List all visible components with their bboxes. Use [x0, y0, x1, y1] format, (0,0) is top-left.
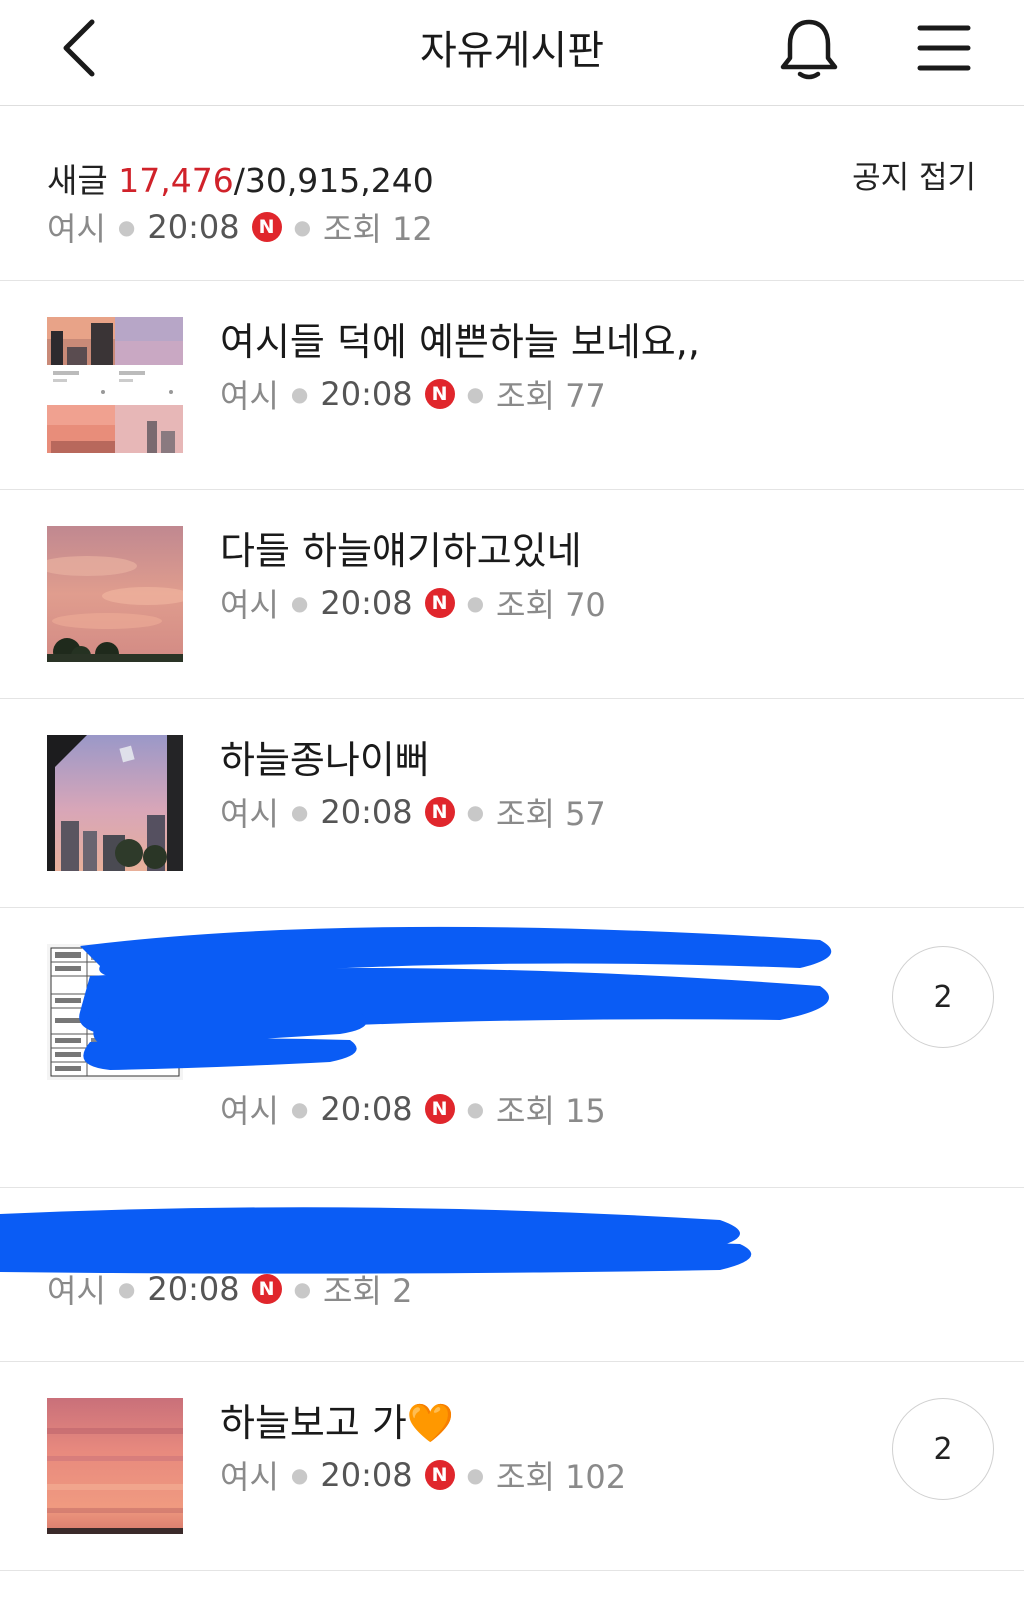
comment-count-button[interactable]: 2: [892, 1398, 994, 1500]
post-item[interactable]: 여시들 덕에 예쁜하늘 보네요,, 여시 ● 20:08 N ● 조회 77: [0, 281, 1024, 490]
post-time: 20:08: [320, 375, 413, 413]
author: 여시: [220, 795, 279, 833]
author: 여시: [47, 210, 106, 248]
new-badge: N: [424, 588, 455, 618]
post-thumbnail: [47, 526, 183, 662]
separator-dot: ●: [290, 1097, 309, 1121]
post-title: 여시들 덕에 예쁜하늘 보네요,,: [220, 320, 700, 364]
post-meta: 여시 ● 20:08 N ● 조회 77: [220, 371, 606, 417]
redaction-scribble: [60, 916, 850, 1080]
post-meta: 여시 ● 20:08 N ● 조회 2: [47, 1266, 412, 1312]
board-title: 자유게시판: [420, 28, 604, 74]
post-title: 하늘종나이뻐: [220, 738, 430, 782]
author: 여시: [220, 586, 279, 624]
post-meta: 여시 ● 20:08 N ● 조회 102: [220, 1452, 626, 1498]
post-item[interactable]: 여시 ● 20:08 N ● 조회 2: [0, 1188, 1024, 1362]
new-badge: N: [424, 1460, 455, 1490]
notification-button[interactable]: [774, 14, 844, 84]
view-count: 조회 57: [496, 795, 606, 833]
post-item[interactable]: 2 여시 ● 20:08 N ● 조회 15: [0, 908, 1024, 1188]
author: 여시: [220, 377, 279, 415]
post-time: 20:08: [320, 584, 413, 622]
notice-meta: 여시 ● 20:08 N ● 조회 12: [47, 204, 433, 250]
back-button[interactable]: [52, 16, 112, 80]
post-title: 하늘보고 가🧡: [220, 1392, 454, 1447]
collapse-notice-button[interactable]: 공지 접기: [852, 152, 976, 197]
new-badge: N: [424, 797, 455, 827]
post-time: 20:08: [147, 1270, 240, 1308]
post-item[interactable]: 하늘종나이뻐 여시 ● 20:08 N ● 조회 57: [0, 699, 1024, 908]
post-time: 20:08: [320, 1456, 413, 1494]
separator-dot: ●: [466, 591, 485, 615]
view-count: 조회 2: [323, 1272, 413, 1310]
total-post-count: /30,915,240: [233, 161, 434, 200]
post-item[interactable]: 하늘보고 가🧡 2 여시 ● 20:08 N ● 조회 102: [0, 1362, 1024, 1571]
post-item[interactable]: 다들 하늘얘기하고있네 여시 ● 20:08 N ● 조회 70: [0, 490, 1024, 699]
menu-button[interactable]: [912, 18, 976, 78]
post-time: 20:08: [320, 793, 413, 831]
view-count: 조회 12: [323, 210, 433, 248]
separator-dot: ●: [466, 1097, 485, 1121]
post-time: 20:08: [147, 208, 240, 246]
view-count: 조회 70: [496, 586, 606, 624]
post-thumbnail: [47, 735, 183, 871]
post-count: 새글 17,476/30,915,240: [47, 154, 434, 202]
separator-dot: ●: [466, 382, 485, 406]
view-count: 조회 15: [496, 1092, 606, 1130]
view-count: 조회 77: [496, 377, 606, 415]
hamburger-menu-icon: [917, 25, 971, 71]
separator-dot: ●: [290, 382, 309, 406]
new-badge: N: [424, 1094, 455, 1124]
post-title: 다들 하늘얘기하고있네: [220, 529, 582, 573]
post-thumbnail: [47, 317, 183, 453]
separator-dot: ●: [466, 1463, 485, 1487]
separator-dot: ●: [293, 215, 312, 239]
author: 여시: [220, 1092, 279, 1130]
top-app-bar: 자유게시판: [0, 0, 1024, 106]
post-meta: 여시 ● 20:08 N ● 조회 70: [220, 580, 606, 626]
comment-count-button[interactable]: 2: [892, 946, 994, 1048]
new-badge: N: [251, 212, 282, 242]
author: 여시: [220, 1458, 279, 1496]
separator-dot: ●: [117, 215, 136, 239]
post-meta: 여시 ● 20:08 N ● 조회 15: [220, 1086, 606, 1132]
author: 여시: [47, 1272, 106, 1310]
post-thumbnail: [47, 1398, 183, 1534]
new-badge: N: [251, 1274, 282, 1304]
orange-heart-icon: 🧡: [406, 1401, 455, 1445]
post-time: 20:08: [320, 1090, 413, 1128]
bell-icon: [780, 19, 838, 80]
separator-dot: ●: [290, 591, 309, 615]
post-meta: 여시 ● 20:08 N ● 조회 57: [220, 789, 606, 835]
new-post-count: 17,476: [118, 161, 234, 200]
separator-dot: ●: [466, 800, 485, 824]
chevron-left-icon: [63, 19, 95, 77]
post-title-text: 하늘보고 가: [220, 1401, 407, 1445]
separator-dot: ●: [117, 1277, 136, 1301]
new-posts-label: 새글: [47, 161, 108, 200]
view-count: 조회 102: [496, 1458, 627, 1496]
separator-dot: ●: [293, 1277, 312, 1301]
notice-summary: 새글 17,476/30,915,240 공지 접기 여시 ● 20:08 N …: [0, 106, 1024, 281]
separator-dot: ●: [290, 1463, 309, 1487]
new-badge: N: [424, 379, 455, 409]
separator-dot: ●: [290, 800, 309, 824]
